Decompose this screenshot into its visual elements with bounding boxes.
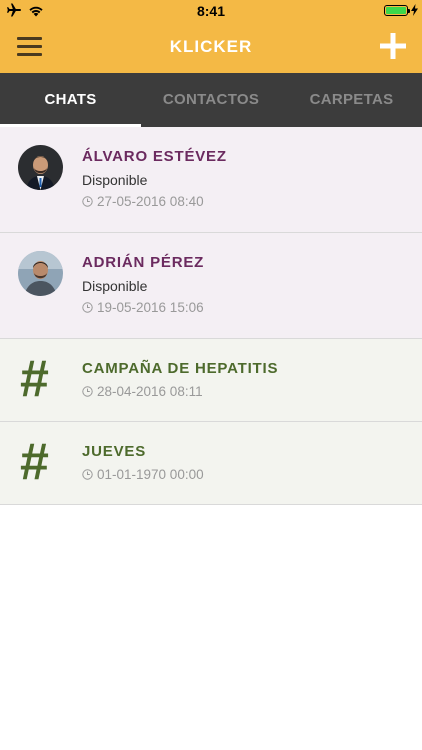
timestamp-text: 19-05-2016 15:06 (97, 300, 204, 315)
timestamp-text: 27-05-2016 08:40 (97, 194, 204, 209)
timestamp-text: 28-04-2016 08:11 (97, 384, 203, 399)
tab-carpetas[interactable]: CARPETAS (281, 73, 422, 127)
chat-timestamp: 01-01-1970 00:00 (82, 467, 204, 482)
avatar (18, 145, 63, 190)
chat-list: ÁLVARO ESTÉVEZ Disponible 27-05-2016 08:… (0, 127, 422, 505)
clock-icon (82, 302, 93, 313)
tab-bar: CHATS CONTACTOS CARPETAS (0, 73, 422, 127)
app-header: KLICKER (0, 22, 422, 73)
contact-status: Disponible (82, 278, 148, 294)
chat-row-adrian[interactable]: ADRIÁN PÉREZ Disponible 19-05-2016 15:06 (0, 233, 422, 339)
chat-row-campana-hepatitis[interactable]: # CAMPAÑA DE HEPATITIS 28-04-2016 08:11 (0, 339, 422, 422)
chat-timestamp: 19-05-2016 15:06 (82, 300, 204, 315)
chat-timestamp: 27-05-2016 08:40 (82, 194, 204, 209)
chat-row-jueves[interactable]: # JUEVES 01-01-1970 00:00 (0, 422, 422, 505)
clock-icon (82, 196, 93, 207)
timestamp-text: 01-01-1970 00:00 (97, 467, 204, 482)
clock-icon (82, 469, 93, 480)
contact-name: ÁLVARO ESTÉVEZ (82, 148, 227, 165)
group-name: CAMPAÑA DE HEPATITIS (82, 360, 279, 377)
group-name: JUEVES (82, 443, 146, 460)
hashtag-icon: # (20, 350, 49, 408)
charging-bolt-icon (411, 4, 418, 16)
status-bar: 8:41 (0, 0, 422, 22)
battery-icon (384, 5, 410, 16)
contact-status: Disponible (82, 172, 148, 188)
chat-row-alvaro[interactable]: ÁLVARO ESTÉVEZ Disponible 27-05-2016 08:… (0, 127, 422, 233)
tab-chats[interactable]: CHATS (0, 73, 141, 127)
app-title: KLICKER (169, 37, 253, 56)
hashtag-icon: # (20, 433, 49, 491)
contact-name: ADRIÁN PÉREZ (82, 254, 205, 271)
clock-icon (82, 386, 93, 397)
tab-contactos[interactable]: CONTACTOS (141, 73, 281, 127)
avatar (18, 251, 63, 296)
chat-timestamp: 28-04-2016 08:11 (82, 384, 203, 399)
plus-icon[interactable] (379, 32, 407, 60)
status-time: 8:41 (196, 3, 226, 19)
